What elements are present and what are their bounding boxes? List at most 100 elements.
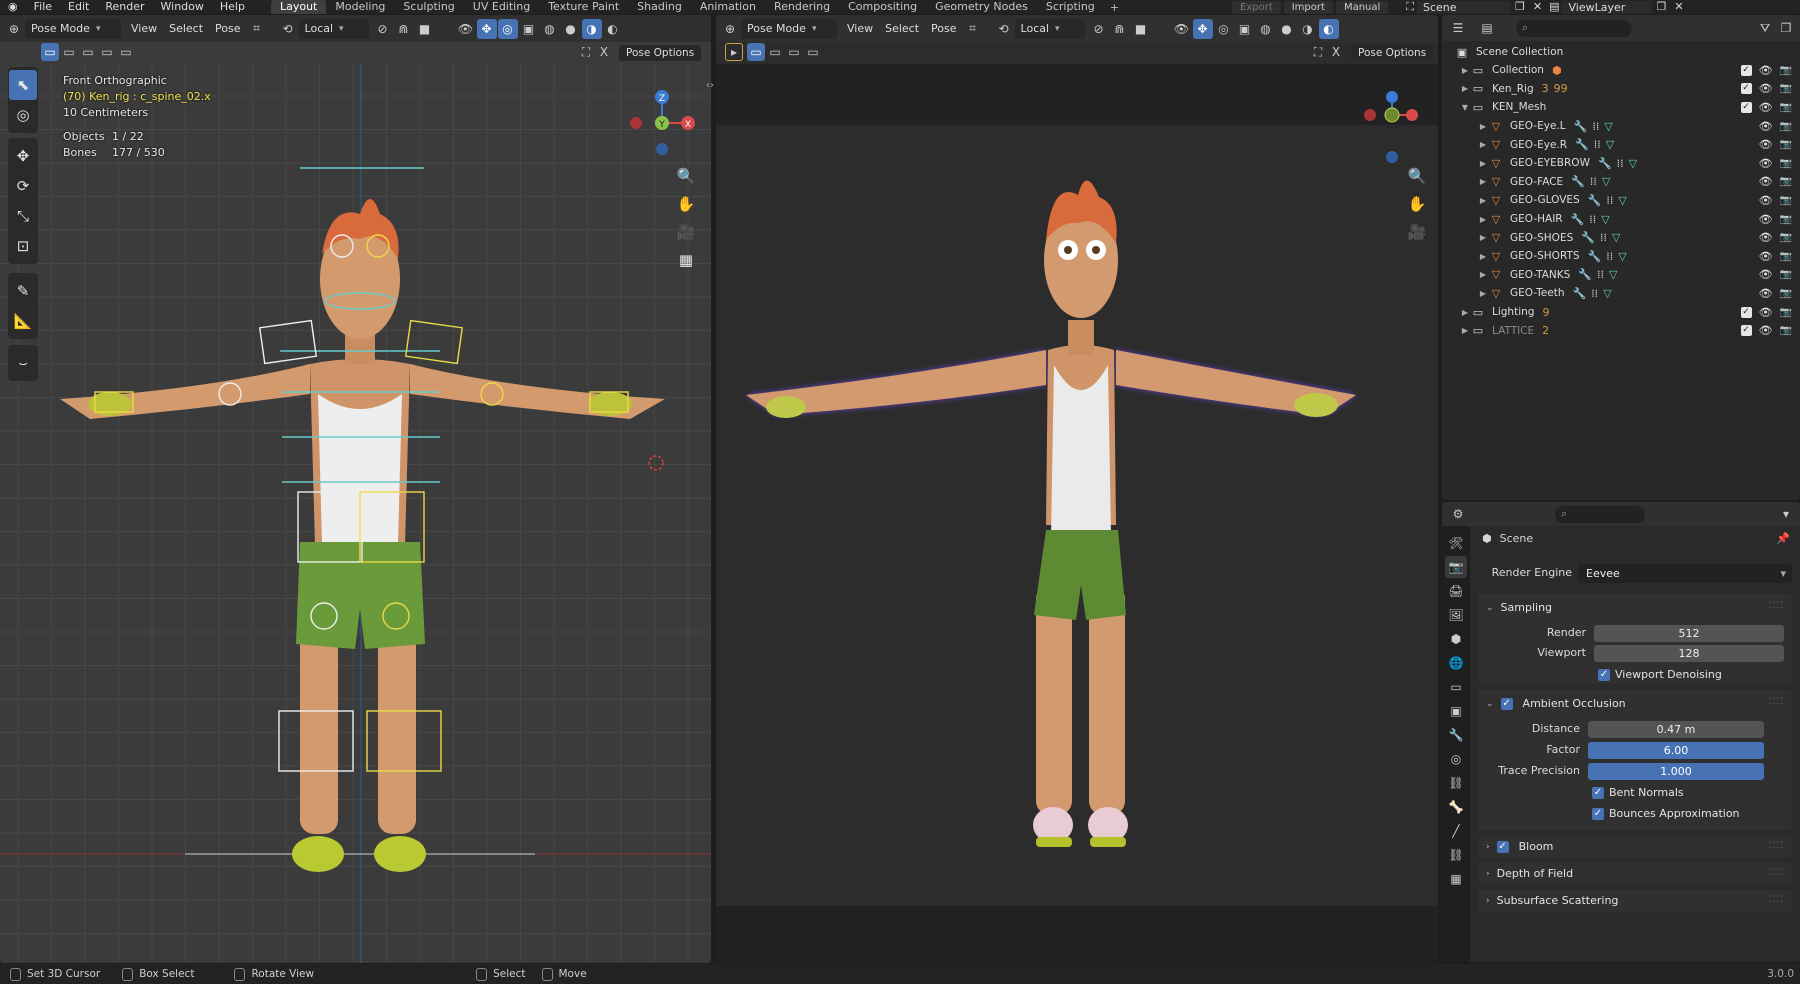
ao-trace-field[interactable]: 1.000 bbox=[1588, 763, 1764, 780]
transform-orientation-icon[interactable]: ⟲ bbox=[994, 19, 1014, 39]
shading-material-icon[interactable]: ◑ bbox=[581, 18, 602, 39]
filter-icon[interactable]: ⛛ bbox=[1755, 18, 1775, 38]
shading-rendered-icon[interactable]: ◐ bbox=[1318, 18, 1339, 39]
expand-right-icon[interactable]: ▶ bbox=[1478, 233, 1488, 242]
select-mode-invert-icon[interactable]: ▭ bbox=[804, 43, 822, 61]
drag-handle-icon[interactable]: ⁚⁚⁚⁚ bbox=[1769, 697, 1784, 707]
outliner-row[interactable]: ▶ ▽ GEO-SHOES 🔧 ⁞⁞ ▽ 👁 📷 bbox=[1442, 228, 1800, 247]
select-mode-new-icon[interactable]: ▭ bbox=[747, 43, 765, 61]
tab-uv-editing[interactable]: UV Editing bbox=[464, 0, 539, 14]
expand-right-icon[interactable]: ▶ bbox=[1478, 177, 1488, 186]
eye-icon[interactable]: 👁 bbox=[1759, 231, 1773, 244]
ao-factor-field[interactable]: 6.00 bbox=[1588, 742, 1764, 759]
camera-icon[interactable]: 📷 bbox=[1780, 269, 1792, 280]
manual-button[interactable]: Manual bbox=[1335, 0, 1389, 14]
eye-icon[interactable]: 👁 bbox=[1759, 250, 1773, 263]
add-workspace-icon[interactable]: + bbox=[1104, 1, 1125, 14]
camera-icon[interactable]: 📷 bbox=[1780, 121, 1792, 132]
camera-icon[interactable]: 📷 bbox=[1780, 195, 1792, 206]
expand-right-icon[interactable]: ▶ bbox=[1478, 252, 1488, 261]
bone-constraint-tab-icon[interactable]: ⛓ bbox=[1445, 844, 1467, 866]
bent-normals-checkbox[interactable]: ✓ Bent Normals bbox=[1592, 786, 1684, 799]
snap-target-icon[interactable]: ■ bbox=[415, 19, 435, 39]
ao-distance-field[interactable]: 0.47 m bbox=[1588, 721, 1764, 738]
menu-edit[interactable]: Edit bbox=[60, 0, 97, 14]
snap-icon[interactable]: ⋒ bbox=[1110, 19, 1130, 39]
eye-icon[interactable]: 👁 bbox=[1759, 138, 1773, 151]
tab-rendering[interactable]: Rendering bbox=[765, 0, 839, 14]
x-mirror-icon[interactable]: X bbox=[1328, 44, 1344, 60]
pivot-icon[interactable]: ⊘ bbox=[1089, 19, 1109, 39]
rendered-character[interactable] bbox=[716, 125, 1438, 905]
snap-target-icon[interactable]: ■ bbox=[1131, 19, 1151, 39]
menu-help[interactable]: Help bbox=[212, 0, 253, 14]
texture-tab-icon[interactable]: ▦ bbox=[1445, 868, 1467, 890]
eye-icon[interactable]: 👁 bbox=[1759, 82, 1773, 95]
ao-enable-checkbox[interactable]: ✓ bbox=[1500, 697, 1518, 710]
tab-modeling[interactable]: Modeling bbox=[326, 0, 394, 14]
shading-wire-icon[interactable]: ◍ bbox=[540, 19, 560, 39]
mode-dropdown[interactable]: Pose Mode ▾ bbox=[25, 18, 121, 39]
pose-menu[interactable]: Pose bbox=[209, 19, 246, 39]
scene-field[interactable]: Scene bbox=[1416, 0, 1511, 14]
modifier-tab-icon[interactable]: 🔧 bbox=[1445, 724, 1467, 746]
scene-tab-icon[interactable]: ⬢ bbox=[1445, 628, 1467, 650]
output-tab-icon[interactable]: 🖨 bbox=[1445, 580, 1467, 602]
drag-handle-icon[interactable]: ⁚⁚⁚⁚ bbox=[1769, 895, 1784, 905]
menu-file[interactable]: File bbox=[26, 0, 60, 14]
tab-shading[interactable]: Shading bbox=[628, 0, 691, 14]
bone-tab-icon[interactable]: ╱ bbox=[1445, 820, 1467, 842]
camera-icon[interactable]: 📷 bbox=[1780, 83, 1792, 94]
shading-solid-icon[interactable]: ● bbox=[561, 19, 581, 39]
view-menu[interactable]: View bbox=[125, 19, 163, 39]
eye-icon[interactable]: 👁 bbox=[1759, 268, 1773, 281]
dof-panel[interactable]: › Depth of Field ⁚⁚⁚⁚ bbox=[1478, 863, 1792, 885]
outliner-row[interactable]: ▶ ▭ Lighting 9 ✓ 👁 📷 bbox=[1442, 303, 1800, 322]
overlay-icon[interactable]: ◎ bbox=[1214, 19, 1234, 39]
outliner-row[interactable]: ▶ ▽ GEO-FACE 🔧 ⁞⁞ ▽ 👁 📷 bbox=[1442, 173, 1800, 192]
sss-panel[interactable]: › Subsurface Scattering ⁚⁚⁚⁚ bbox=[1478, 890, 1792, 912]
overlay-icon[interactable]: ◎ bbox=[497, 18, 518, 39]
select-mode-intersect-icon[interactable]: ▭ bbox=[117, 43, 135, 61]
outliner-row[interactable]: ▶ ▽ GEO-GLOVES 🔧 ⁞⁞ ▽ 👁 📷 bbox=[1442, 191, 1800, 210]
collection-tab-icon[interactable]: ▭ bbox=[1445, 676, 1467, 698]
expand-right-icon[interactable]: ▶ bbox=[1478, 270, 1488, 279]
new-viewlayer-icon[interactable]: ❐ bbox=[1652, 0, 1670, 14]
exclude-checkbox[interactable]: ✓ bbox=[1740, 83, 1752, 95]
expand-right-icon[interactable]: ▶ bbox=[1478, 140, 1488, 149]
play-icon[interactable]: ▸ bbox=[725, 43, 743, 61]
tab-layout[interactable]: Layout bbox=[270, 0, 327, 14]
outliner-row[interactable]: ▶ ▽ GEO-TANKS 🔧 ⁞⁞ ▽ 👁 📷 bbox=[1442, 266, 1800, 285]
exclude-checkbox[interactable]: ✓ bbox=[1740, 101, 1752, 113]
new-collection-icon[interactable]: ❐ bbox=[1776, 18, 1796, 38]
select-menu[interactable]: Select bbox=[163, 19, 209, 39]
expand-right-icon[interactable]: ▶ bbox=[1478, 215, 1488, 224]
options-icon[interactable]: ⛶ bbox=[1310, 44, 1326, 60]
drag-handle-icon[interactable]: ⁚⁚⁚⁚ bbox=[1769, 601, 1784, 611]
sampling-header[interactable]: ⌄ Sampling bbox=[1486, 601, 1552, 614]
eye-icon[interactable]: 👁 bbox=[1759, 287, 1773, 300]
camera-icon[interactable]: 📷 bbox=[1780, 158, 1792, 169]
expand-right-icon[interactable]: ▶ bbox=[1460, 326, 1470, 335]
camera-icon[interactable]: 📷 bbox=[1780, 325, 1792, 336]
eye-icon[interactable]: 👁 bbox=[1759, 157, 1773, 170]
eye-icon[interactable]: 👁 bbox=[1759, 194, 1773, 207]
pose-menu[interactable]: Pose bbox=[925, 19, 962, 39]
camera-icon[interactable]: 📷 bbox=[1780, 176, 1792, 187]
export-button[interactable]: Export bbox=[1232, 0, 1281, 14]
expand-right-icon[interactable]: ▶ bbox=[1478, 196, 1488, 205]
camera-icon[interactable]: 📷 bbox=[1780, 65, 1792, 76]
camera-icon[interactable]: 📷 bbox=[1780, 307, 1792, 318]
outliner-row[interactable]: ▶ ▭ Collection ⬢ ✓ 👁 📷 bbox=[1442, 61, 1800, 80]
tab-scripting[interactable]: Scripting bbox=[1037, 0, 1104, 14]
physics-tab-icon[interactable]: ◎ bbox=[1445, 748, 1467, 770]
select-mode-new-icon[interactable]: ▭ bbox=[41, 43, 59, 61]
tab-compositing[interactable]: Compositing bbox=[839, 0, 926, 14]
tab-geometry-nodes[interactable]: Geometry Nodes bbox=[926, 0, 1037, 14]
transform-orientation-icon[interactable]: ⟲ bbox=[278, 19, 298, 39]
sss-header[interactable]: › Subsurface Scattering bbox=[1486, 894, 1618, 907]
render-tab-icon[interactable]: 📷 bbox=[1445, 556, 1467, 578]
drag-handle-icon[interactable]: ⁚⁚⁚⁚ bbox=[1769, 841, 1784, 851]
outliner-row[interactable]: ▶ ▽ GEO-Eye.R 🔧 ⁞⁞ ▽ 👁 📷 bbox=[1442, 135, 1800, 154]
pose-extra-icon[interactable]: ⌗ bbox=[247, 19, 267, 39]
